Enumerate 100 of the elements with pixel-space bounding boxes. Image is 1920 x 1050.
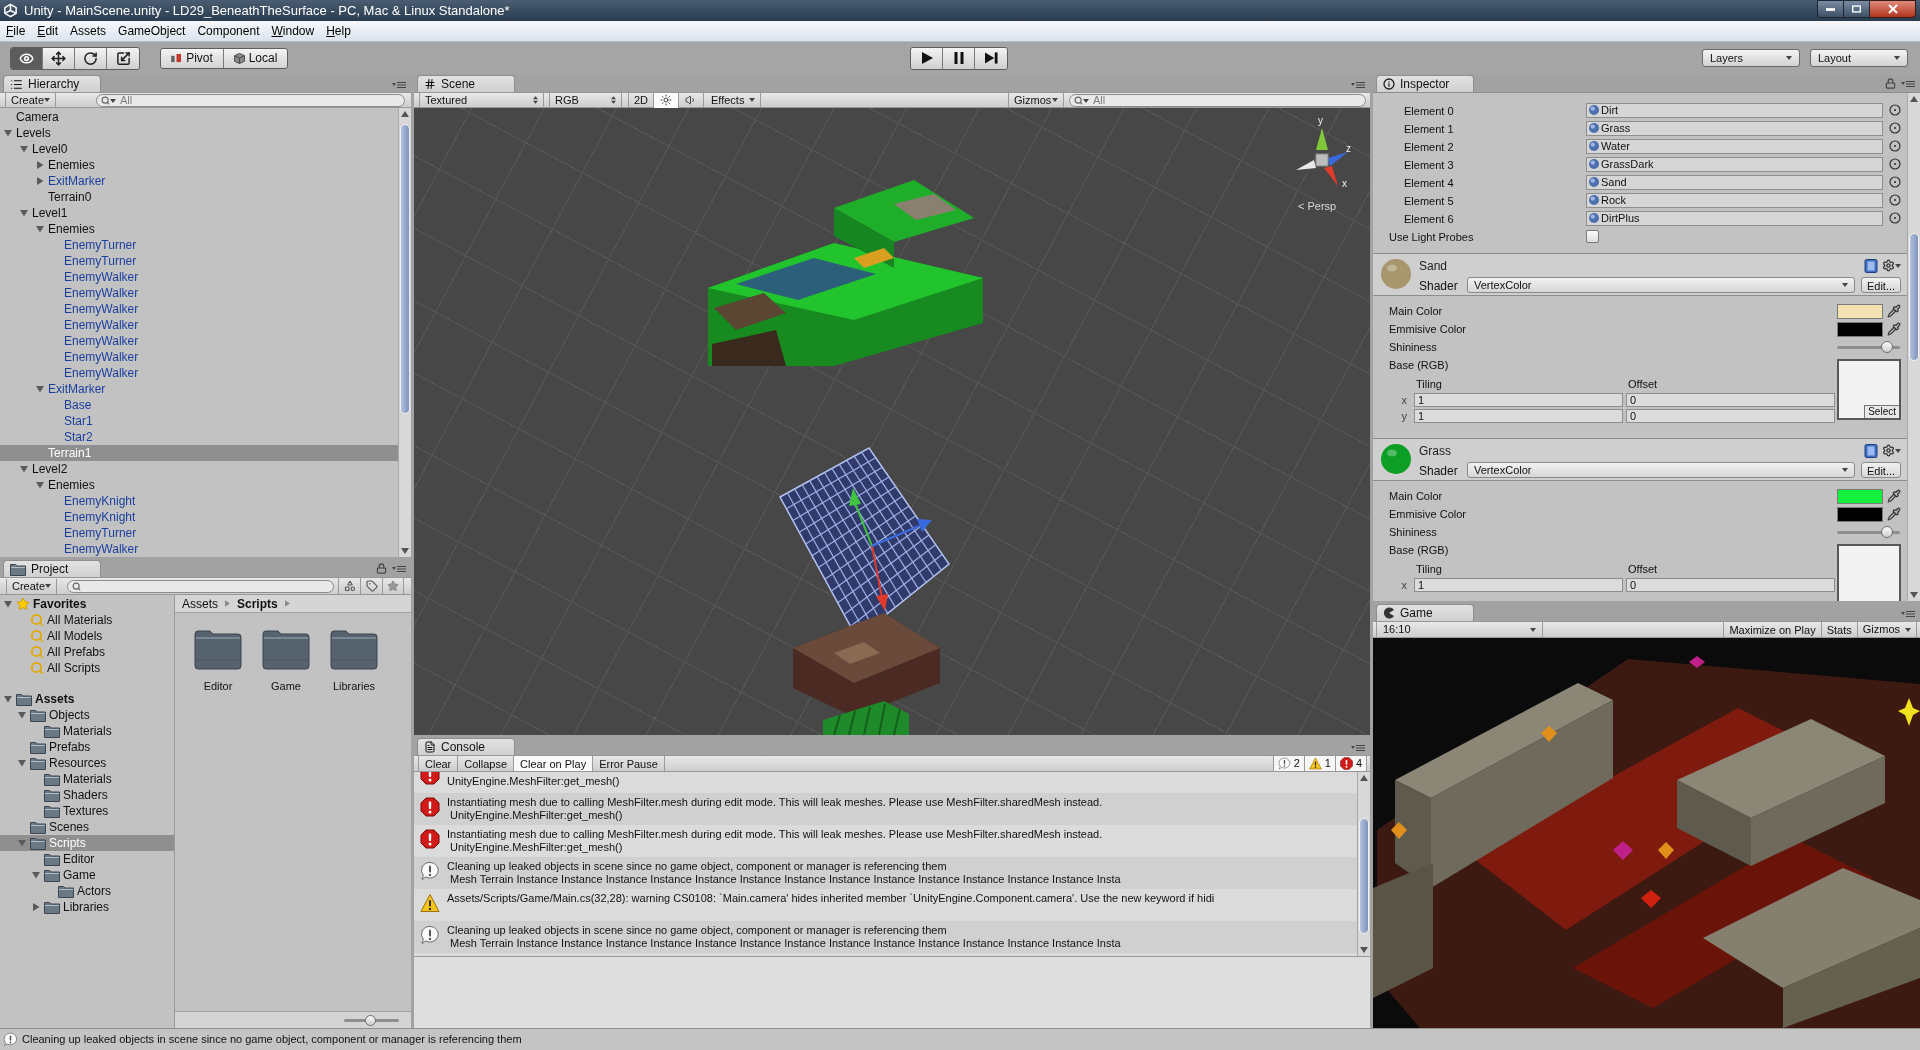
hierarchy-item[interactable]: EnemyWalker — [0, 333, 398, 349]
shader-dropdown[interactable]: VertexColor — [1467, 277, 1855, 293]
panel-menu-icon[interactable] — [392, 564, 406, 573]
triangle-down-icon[interactable] — [36, 481, 44, 489]
step-button[interactable] — [975, 47, 1007, 69]
hierarchy-item[interactable]: Base — [0, 397, 398, 413]
maximize-button[interactable] — [1844, 0, 1870, 18]
object-field[interactable]: Dirt — [1586, 102, 1883, 118]
lock-icon[interactable] — [1885, 78, 1896, 89]
slider-track[interactable] — [1837, 526, 1900, 538]
color-swatch[interactable] — [1837, 321, 1883, 337]
create-dropdown[interactable]: Create — [6, 578, 57, 594]
hierarchy-item[interactable]: EnemyWalker — [0, 269, 398, 285]
hierarchy-item[interactable]: Level0 — [0, 141, 398, 157]
panel-tab[interactable]: Hierarchy — [3, 75, 101, 92]
project-tree-item[interactable]: All Scripts — [0, 660, 174, 676]
menu-item[interactable]: Assets — [64, 21, 113, 41]
gizmos-dropdown[interactable]: Gizmos — [1856, 622, 1917, 637]
panel-tab[interactable]: Scene — [417, 75, 515, 92]
slider-thumb[interactable] — [1880, 526, 1893, 538]
log-count-toggle[interactable]: 4 — [1335, 756, 1367, 771]
panel-tab[interactable]: Game — [1376, 604, 1474, 621]
tool-button[interactable] — [107, 47, 139, 69]
pause-button[interactable] — [943, 47, 975, 69]
settings-button[interactable] — [1882, 259, 1901, 272]
panel-tab[interactable]: Project — [3, 560, 101, 577]
stats-toggle[interactable]: Stats — [1820, 622, 1857, 637]
slider-track[interactable] — [1837, 341, 1900, 353]
shader-dropdown[interactable]: VertexColor — [1467, 462, 1855, 478]
panel-menu-icon[interactable] — [1901, 610, 1915, 618]
eyedropper-icon[interactable] — [1887, 507, 1901, 521]
menu-item[interactable]: GameObject — [112, 21, 192, 41]
target-icon[interactable] — [1889, 176, 1901, 188]
object-field[interactable]: GrassDark — [1586, 156, 1883, 172]
project-tree-item[interactable]: Shaders — [0, 787, 174, 803]
folder-item[interactable]: Editor — [187, 630, 249, 695]
console-toggle[interactable]: Error Pause — [593, 756, 665, 771]
hierarchy-item[interactable]: EnemyWalker — [0, 365, 398, 381]
triangle-down-icon[interactable] — [4, 600, 12, 608]
color-mode-dropdown[interactable]: RGB — [549, 92, 622, 108]
hierarchy-item[interactable]: EnemyTurner — [0, 237, 398, 253]
log-count-toggle[interactable]: 1 — [1304, 756, 1336, 771]
object-field[interactable]: DirtPlus — [1586, 210, 1883, 226]
slider-thumb[interactable] — [364, 1014, 376, 1026]
hierarchy-item[interactable]: EnemyKnight — [0, 509, 398, 525]
play-button[interactable] — [911, 47, 943, 69]
target-icon[interactable] — [1889, 194, 1901, 206]
project-tree-item[interactable]: Objects — [0, 707, 174, 723]
hierarchy-item[interactable]: EnemyTurner — [0, 253, 398, 269]
texture-slot[interactable] — [1837, 544, 1901, 601]
hierarchy-item[interactable]: Terrain0 — [0, 189, 398, 205]
project-tree-item[interactable]: Prefabs — [0, 739, 174, 755]
project-tree-item[interactable]: Materials — [0, 723, 174, 739]
target-icon[interactable] — [1889, 158, 1901, 170]
triangle-down-icon[interactable] — [18, 759, 26, 767]
object-field[interactable]: Water — [1586, 138, 1883, 154]
triangle-down-icon[interactable] — [20, 145, 28, 153]
triangle-right-icon[interactable] — [36, 177, 44, 185]
triangle-down-icon[interactable] — [4, 129, 12, 137]
draw-mode-dropdown[interactable]: Textured — [419, 92, 544, 108]
edit-button[interactable]: Edit... — [1861, 277, 1901, 293]
hierarchy-item[interactable]: Enemies — [0, 157, 398, 173]
project-tree-item[interactable]: Resources — [0, 755, 174, 771]
project-tree-item[interactable]: Actors — [0, 883, 174, 899]
help-book-icon[interactable] — [1864, 258, 1878, 273]
tool-button[interactable] — [43, 47, 75, 69]
aspect-dropdown[interactable]: 16:10 — [1376, 622, 1543, 637]
project-tree-item[interactable]: Editor — [0, 851, 174, 867]
hierarchy-item[interactable]: EnemyWalker — [0, 349, 398, 365]
minimize-button[interactable] — [1817, 0, 1844, 18]
eyedropper-icon[interactable] — [1887, 322, 1901, 336]
hierarchy-item[interactable]: Level2 — [0, 461, 398, 477]
hierarchy-item[interactable]: Levels — [0, 125, 398, 141]
eyedropper-icon[interactable] — [1887, 489, 1901, 503]
number-field[interactable]: 0 — [1626, 409, 1835, 423]
search-field[interactable] — [67, 579, 334, 593]
create-dropdown[interactable]: Create — [5, 92, 56, 108]
project-tree-item[interactable]: Scenes — [0, 819, 174, 835]
hierarchy-item[interactable]: Camera — [0, 109, 398, 125]
panel-tab[interactable]: Inspector — [1376, 75, 1474, 92]
triangle-right-icon[interactable] — [36, 161, 44, 169]
hierarchy-item[interactable]: Star1 — [0, 413, 398, 429]
console-toggle[interactable]: Clear — [419, 756, 459, 771]
lock-icon[interactable] — [376, 563, 387, 574]
tool-button[interactable] — [75, 47, 107, 69]
menu-item[interactable]: Help — [320, 21, 357, 41]
vertical-scrollbar[interactable] — [1357, 772, 1370, 956]
panel-menu-icon[interactable] — [1901, 79, 1915, 88]
triangle-down-icon[interactable] — [36, 225, 44, 233]
select-button[interactable]: Select — [1864, 405, 1899, 418]
texture-slot[interactable]: Select — [1837, 359, 1901, 420]
triangle-down-icon[interactable] — [36, 385, 44, 393]
breadcrumb-item[interactable]: Assets — [182, 594, 218, 613]
menu-item[interactable]: Component — [191, 21, 266, 41]
icon-size-slider[interactable] — [344, 1014, 399, 1026]
layers-dropdown[interactable]: Layers — [1702, 49, 1800, 67]
triangle-down-icon[interactable] — [32, 871, 40, 879]
panel-menu-icon[interactable] — [1351, 744, 1365, 752]
checkbox[interactable] — [1586, 229, 1599, 243]
hierarchy-item[interactable]: EnemyWalker — [0, 541, 398, 557]
